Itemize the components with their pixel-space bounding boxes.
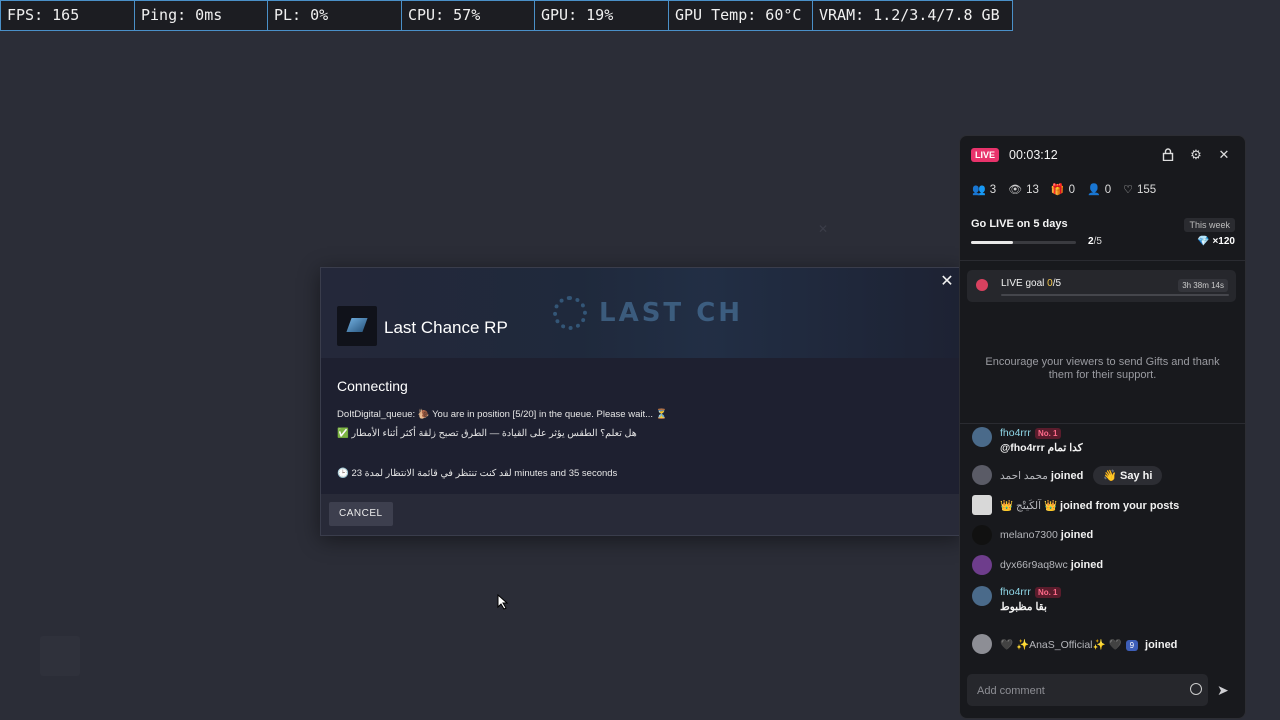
eye-icon: 👁 [1008,184,1023,196]
avatar [972,495,992,515]
join-event: melano7300 joined [972,525,1093,545]
username[interactable]: 👑 آلكَيتْج 👑 [1000,500,1057,512]
comment-box [967,674,1208,706]
join-event: محمد احمد joined 👋 Say hi [972,465,1163,485]
avatar [972,555,992,575]
divider [960,423,1245,424]
comment-input[interactable] [975,680,1179,702]
gifts-stat: 🎁 0 [1050,183,1075,197]
go-live-count: 2/5 [1088,236,1102,247]
reward-amount: 💎 ×120 [1197,236,1235,247]
fps-stat: FPS: 165 [1,1,135,30]
server-logo [337,306,377,346]
username[interactable]: 🖤 ✨AnaS_Official✨ 🖤 [1000,639,1122,651]
avatar [972,525,992,545]
gear-icon[interactable]: ⚙ [1189,148,1203,162]
user-plus-icon: 👤 [1086,184,1101,196]
diamond-icon: 💎 [1197,236,1210,247]
avatar [972,586,992,606]
dialog-footer: CANCEL [321,494,961,535]
heart-icon: ♡ [1123,184,1133,196]
ping-stat: Ping: 0ms [135,1,268,30]
avatar [972,634,992,654]
likes-stat: ♡ 155 [1123,183,1157,197]
username[interactable]: dyx66r9aq8wc [1000,559,1068,571]
username[interactable]: fho4rrr [1000,586,1031,598]
level-badge: 9 [1125,639,1139,651]
chat-message: fho4rrr No. 1 @fho4rrr كدا تمام [972,427,1083,454]
views-stat: 👁 13 [1008,183,1039,197]
chat-message: fho4rrr No. 1 بقا مظبوط [972,586,1061,613]
live-badge: LIVE [971,148,1000,162]
performance-stats-bar: FPS: 165 Ping: 0ms PL: 0% CPU: 57% GPU: … [0,0,1013,31]
goal-progress-bar [1001,294,1229,296]
live-goal-label: LIVE goal 0/5 [1001,278,1062,289]
live-timer: 00:03:12 [1009,148,1058,162]
goal-time-left: 3h 38m 14s [1178,279,1228,292]
server-title: Last Chance RP [384,318,508,337]
event-text: joined [1145,638,1178,651]
gift-icon: 🎁 [1050,184,1065,196]
panel-controls: ⚙ ✕ [1161,148,1231,162]
cpu-stat: CPU: 57% [402,1,535,30]
join-event: 👑 آلكَيتْج 👑 joined from your posts [972,495,1179,515]
cancel-button[interactable]: CANCEL [329,502,393,526]
lock-icon[interactable] [1161,148,1175,162]
packet-loss-stat: PL: 0% [268,1,402,30]
say-hi-button[interactable]: 👋 Say hi [1093,465,1163,485]
send-icon[interactable]: ➤ [1217,682,1229,699]
join-event: 🖤 ✨AnaS_Official✨ 🖤 9 joined [972,634,1177,654]
emoji-icon[interactable] [1190,683,1202,695]
divider [960,260,1245,261]
avatar [972,427,992,447]
username[interactable]: fho4rrr [1000,427,1031,439]
live-header: LIVE 00:03:12 [971,148,1058,162]
username[interactable]: melano7300 [1000,529,1058,541]
new-followers-stat: 👤 0 [1086,183,1112,197]
live-stats-row: 👥 3 👁 13 🎁 0 👤 0 ♡ 155 [972,183,1157,197]
avatar [972,465,992,485]
users-icon: 👥 [972,184,986,196]
period-badge: This week [1184,218,1235,232]
server-banner-brand: LAST CH [553,296,743,330]
viewers-stat: 👥 3 [972,183,997,197]
connecting-heading: Connecting [337,378,408,394]
vram-stat: VRAM: 1.2/3.4/7.8 GB [819,6,1000,24]
rank-badge: No. 1 [1034,428,1061,439]
faint-close-icon: ✕ [818,222,829,236]
event-text: joined from your posts [1060,499,1180,512]
close-icon[interactable]: ✕ [937,272,957,292]
message-text: بقا مظبوط [1000,601,1047,613]
event-text: joined [1070,559,1104,571]
mouse-cursor-icon [497,594,509,610]
go-live-progress-fill [971,241,1013,244]
go-live-progress-bar [971,241,1076,244]
faint-overlay-square [40,636,80,676]
gpu-temp-stat: GPU Temp: 60°C [669,1,813,30]
connecting-dialog: LAST CH ✕ Last Chance RP Connecting DoIt… [320,267,962,536]
event-text: joined [1050,469,1084,482]
tip-text: ✅ هل تعلم؟ الطقس يؤثر على القيادة — الطر… [337,428,637,439]
queue-position-text: DoItDigital_queue: 🐌 You are in position… [337,409,668,420]
live-goal-card[interactable]: LIVE goal 0/5 3h 38m 14s [967,270,1236,302]
wait-time-text: 🕒 لقد كنت تنتظر في قائمة الانتظار لمدة 2… [337,468,618,479]
server-banner-text: LAST CH [599,298,744,328]
username[interactable]: محمد احمد [1000,470,1048,482]
rose-icon [976,279,988,291]
go-live-title: Go LIVE on 5 days [971,218,1068,230]
live-stream-panel: LIVE 00:03:12 ⚙ ✕ 👥 3 👁 13 🎁 0 👤 0 ♡ 155 Go L… [959,135,1246,719]
encourage-text: Encourage your viewers to send Gifts and… [985,356,1220,381]
gpu-stat: GPU: 19% [535,1,669,30]
join-event: dyx66r9aq8wc joined [972,555,1103,575]
event-text: joined [1060,529,1094,541]
close-icon[interactable]: ✕ [1217,148,1231,162]
message-text: @fho4rrr كدا تمام [1000,442,1083,454]
rank-badge: No. 1 [1034,587,1061,598]
loading-ring-icon [553,296,587,330]
